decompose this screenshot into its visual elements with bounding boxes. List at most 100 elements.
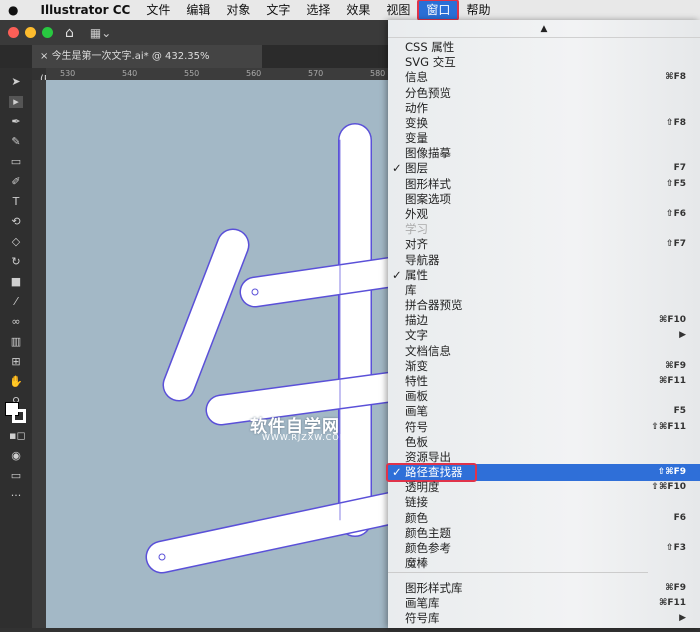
- menu-item[interactable]: 动作: [388, 101, 700, 116]
- more-tools-icon[interactable]: ···: [9, 490, 23, 502]
- menu-select[interactable]: 选择: [298, 0, 338, 20]
- gradient-tool-icon[interactable]: ■: [9, 276, 23, 288]
- menu-item[interactable]: 渐变 ⌘F9: [388, 359, 700, 374]
- menu-item-label: 渐变: [405, 358, 428, 373]
- draw-mode-icon[interactable]: ◉: [9, 450, 23, 462]
- menu-item[interactable]: CSS 属性: [388, 40, 700, 55]
- menu-item[interactable]: 变换 ⇧F8: [388, 116, 700, 131]
- menu-item[interactable]: 描边 ⌘F10: [388, 313, 700, 328]
- stroke-swatch[interactable]: [12, 409, 26, 423]
- menu-item[interactable]: 信息 ⌘F8: [388, 70, 700, 85]
- close-window-button[interactable]: [8, 27, 19, 38]
- menu-item-shortcut: ⌘F11: [658, 598, 686, 609]
- menu-object[interactable]: 对象: [218, 0, 258, 20]
- selection-tool-icon[interactable]: ➤: [9, 76, 23, 88]
- menu-item[interactable]: ✓ 图层 F7: [388, 161, 700, 176]
- eyedropper-tool-icon[interactable]: ⁄: [9, 296, 23, 308]
- menu-item-label: 学习: [405, 222, 428, 237]
- menu-item[interactable]: ✓ 路径查找器 ⇧⌘F9: [386, 463, 700, 483]
- menu-item-shortcut: ⇧⌘F11: [651, 421, 686, 432]
- chart-tool-icon[interactable]: ▥: [9, 336, 23, 348]
- menu-item[interactable]: 图形样式库 ⌘F9: [388, 581, 700, 596]
- menu-item[interactable]: 特性 ⌘F11: [388, 374, 700, 389]
- bottom-horizontal-stroke[interactable]: [147, 490, 421, 572]
- menu-item-shortcut: ⇧F8: [666, 117, 686, 128]
- app-name[interactable]: Illustrator CC: [26, 0, 138, 20]
- menu-item[interactable]: 外观 ⇧F6: [388, 207, 700, 222]
- menu-item[interactable]: 变量: [388, 131, 700, 146]
- menu-item[interactable]: ✓ 属性: [388, 268, 700, 283]
- menu-window[interactable]: 窗口: [417, 0, 460, 21]
- menu-item-shortcut: ⌘F10: [658, 315, 686, 326]
- middle-horizontal-stroke[interactable]: [207, 371, 420, 424]
- menu-item[interactable]: 库: [388, 283, 700, 298]
- menu-item[interactable]: SVG 交互: [388, 55, 700, 70]
- zoom-window-button[interactable]: [42, 27, 53, 38]
- paintbrush-tool-icon[interactable]: ✐: [9, 176, 23, 188]
- menu-item-label: 拼合器预览: [405, 298, 463, 313]
- ruler-tick: 570: [308, 69, 324, 78]
- menu-item-label: 库: [405, 282, 417, 297]
- menu-edit[interactable]: 编辑: [178, 0, 218, 20]
- menu-item[interactable]: 颜色主题: [388, 526, 700, 541]
- rectangle-tool-icon[interactable]: ▭: [9, 156, 23, 168]
- artboard-tool-icon[interactable]: ⊞: [9, 356, 23, 368]
- home-icon[interactable]: ⌂: [65, 25, 74, 41]
- menu-item-label: 链接: [405, 495, 428, 510]
- transform-tool-icon[interactable]: ⟲: [9, 216, 23, 228]
- menu-item[interactable]: 图形样式 ⇧F5: [388, 177, 700, 192]
- menu-view[interactable]: 视图: [378, 0, 418, 20]
- type-tool-icon[interactable]: T: [9, 196, 23, 208]
- direct-selection-tool-icon[interactable]: ▸: [9, 96, 23, 108]
- menu-item[interactable]: 对齐 ⇧F7: [388, 237, 700, 252]
- menu-item[interactable]: 链接: [388, 495, 700, 510]
- menu-item-label: 魔棒: [405, 556, 428, 571]
- menu-item[interactable]: 符号库 ▶: [388, 611, 700, 626]
- menu-item-label: 动作: [405, 100, 428, 115]
- menu-item[interactable]: 拼合器预览: [388, 298, 700, 313]
- scroll-up-arrow[interactable]: ▲: [388, 20, 700, 38]
- menu-help[interactable]: 帮助: [458, 0, 498, 20]
- apple-icon[interactable]: ●: [0, 0, 26, 20]
- menu-item[interactable]: 魔棒: [388, 556, 700, 571]
- menu-item[interactable]: 导航器: [388, 253, 700, 268]
- hand-tool-icon[interactable]: ✋: [9, 376, 23, 388]
- menu-item[interactable]: 图案选项: [388, 192, 700, 207]
- curvature-tool-icon[interactable]: ✎: [9, 136, 23, 148]
- menu-item-label: SVG 交互: [405, 55, 456, 70]
- menu-item-label: 变量: [405, 131, 428, 146]
- menu-item[interactable]: 颜色 F6: [388, 511, 700, 526]
- menu-item[interactable]: 画笔 F5: [388, 404, 700, 419]
- menu-item[interactable]: 文档信息: [388, 344, 700, 359]
- rotate-tool-icon[interactable]: ↻: [9, 256, 23, 268]
- minimize-window-button[interactable]: [25, 27, 36, 38]
- ruler-tick: 580: [370, 69, 386, 78]
- pen-tool-icon[interactable]: ✒: [9, 116, 23, 128]
- eraser-tool-icon[interactable]: ◇: [9, 236, 23, 248]
- menu-item-shortcut: F6: [673, 512, 686, 523]
- menu-file[interactable]: 文件: [138, 0, 178, 20]
- menu-effect[interactable]: 效果: [338, 0, 378, 20]
- menu-item[interactable]: 文字 ▶: [388, 328, 700, 343]
- menu-item[interactable]: 分色预览: [388, 86, 700, 101]
- menu-item[interactable]: 画板: [388, 389, 700, 404]
- document-tab[interactable]: × 今生是第一次文字.ai* @ 432.35% (RGB/GPU 预览): [32, 45, 262, 85]
- menu-item-label: CSS 属性: [405, 40, 455, 54]
- color-mode-icon[interactable]: ▪◻: [9, 430, 26, 442]
- close-tab-icon[interactable]: ×: [40, 51, 52, 62]
- menu-type[interactable]: 文字: [258, 0, 298, 20]
- blend-tool-icon[interactable]: ∞: [9, 316, 23, 328]
- menu-item[interactable]: 图像描摹: [388, 146, 700, 161]
- menu-item[interactable]: 颜色参考 ⇧F3: [388, 541, 700, 556]
- menu-item-shortcut: ▶: [679, 613, 686, 624]
- menu-item[interactable]: 色板: [388, 435, 700, 450]
- screen-mode-icon[interactable]: ▭: [9, 470, 23, 482]
- menu-item[interactable]: 透明度 ⇧⌘F10: [388, 480, 700, 495]
- menu-item-label: 信息: [405, 70, 428, 85]
- menu-item-shortcut: ▶: [679, 330, 686, 341]
- menu-item-label: 画板: [405, 389, 428, 404]
- menu-item[interactable]: 符号 ⇧⌘F11: [388, 420, 700, 435]
- menu-item[interactable]: 画笔库 ⌘F11: [388, 596, 700, 611]
- workspace-switcher-icon[interactable]: ▦⌄: [90, 26, 111, 40]
- diagonal-stroke[interactable]: [164, 230, 248, 400]
